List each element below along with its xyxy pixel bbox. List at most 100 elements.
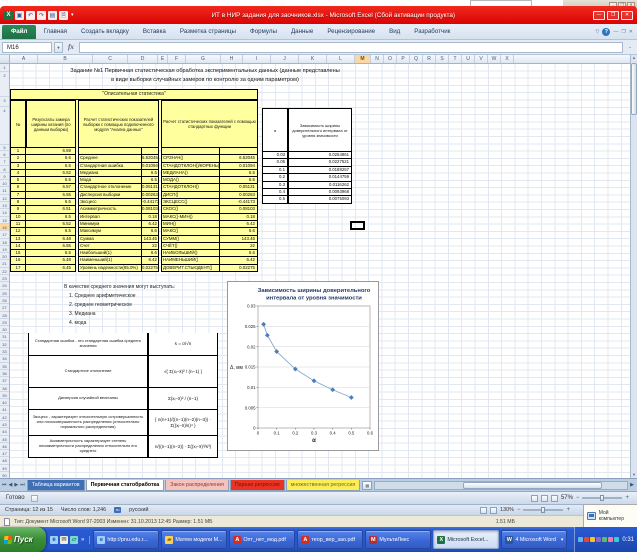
show-desktop-icon[interactable]: ▱	[70, 536, 78, 544]
measurement-cell[interactable]: 6.52	[26, 221, 76, 228]
formula-description-cell[interactable]: Стандартное отклонение	[28, 356, 148, 388]
row-header[interactable]: 34	[0, 355, 9, 362]
fill-handle[interactable]	[363, 228, 365, 230]
column-header[interactable]: C	[93, 55, 128, 63]
row-header[interactable]: 23	[0, 275, 9, 282]
row-header[interactable]: 40	[0, 399, 9, 406]
page-break-view-icon[interactable]	[551, 495, 558, 502]
column-header[interactable]: X	[501, 55, 514, 63]
function-value-cell[interactable]: 6.52045	[220, 155, 258, 162]
tray-icon-7[interactable]	[614, 537, 619, 542]
column-header[interactable]: G	[186, 55, 221, 63]
stat-value-cell[interactable]: 6.52045	[142, 155, 159, 162]
word-zoom-knob[interactable]	[541, 507, 545, 513]
column-header[interactable]: P	[397, 55, 410, 63]
alpha-row[interactable]: 0.3 0.0116262	[262, 182, 352, 189]
redo-icon[interactable]: ↷	[37, 11, 46, 20]
ribbon-tab[interactable]: Вид	[382, 25, 407, 39]
ribbon-tab[interactable]: Создать вкладку	[74, 25, 136, 39]
stat-value-cell[interactable]: 6.42	[142, 257, 159, 264]
doc-restore-icon[interactable]: ❐	[621, 29, 625, 35]
row-number-cell[interactable]: 6	[10, 184, 26, 191]
stat-value-cell[interactable]: 6.5	[142, 177, 159, 184]
row-header[interactable]: 30	[0, 326, 9, 333]
formula-cell[interactable]: √( Σ(xᵢ−x̄)² / (n−1) )	[148, 356, 218, 388]
formula-row[interactable]: Стандартное отклонение √( Σ(xᵢ−x̄)² / (n…	[28, 356, 218, 388]
word-zoom-slider[interactable]	[523, 509, 563, 511]
stat-label-cell[interactable]: Максимум	[78, 228, 142, 235]
row-header[interactable]: 16	[0, 224, 9, 231]
row-number-cell[interactable]: 1	[10, 148, 26, 155]
column-header[interactable]: Q	[410, 55, 423, 63]
formula-cell[interactable]: s = σ/√n	[148, 333, 218, 356]
header-values[interactable]: Результаты замера ширины катания (по дан…	[26, 100, 76, 148]
measurement-cell[interactable]: 6.5	[26, 163, 76, 170]
width-cell[interactable]: 0.0254861	[288, 152, 352, 159]
macro-record-icon[interactable]	[31, 495, 38, 502]
row-header[interactable]: 18	[0, 239, 9, 246]
stat-value-cell[interactable]: -0.44173	[142, 199, 159, 206]
stat-label-cell[interactable]: Наименьший(1)	[78, 257, 142, 264]
excel-logo-icon[interactable]: X	[4, 11, 13, 20]
column-header[interactable]: N	[371, 55, 384, 63]
table-row[interactable]: 10 6.5 Интервал 0.18 МАКС()-МИН() 0.18	[10, 214, 258, 221]
table-row[interactable]: 12 6.5 Максимум 6.6 МАКС() 6.6	[10, 228, 258, 235]
row-header[interactable]: 38	[0, 385, 9, 392]
row-header[interactable]: 46	[0, 443, 9, 450]
function-label-cell[interactable]: МАКС()-МИН()	[161, 214, 220, 221]
row-header[interactable]: 17	[0, 231, 9, 238]
function-label-cell[interactable]: СЧЁТ()	[161, 243, 220, 250]
stat-value-cell[interactable]	[142, 148, 159, 155]
row-header[interactable]: 48	[0, 457, 9, 464]
row-header[interactable]: 31	[0, 333, 9, 340]
row-number-cell[interactable]: 3	[10, 163, 26, 170]
row-header[interactable]: 33	[0, 348, 9, 355]
alpha-header[interactable]: α	[262, 108, 288, 152]
ie-quicklaunch-icon[interactable]: e	[50, 536, 58, 544]
row-number-cell[interactable]: 4	[10, 170, 26, 177]
row-header[interactable]: 42	[0, 414, 9, 421]
row-header[interactable]: 41	[0, 406, 9, 413]
formula-row[interactable]: Эксцесс - характеризует относительную ос…	[28, 410, 218, 436]
row-number-cell[interactable]: 13	[10, 236, 26, 243]
scroll-right-icon[interactable]: ▶	[630, 482, 635, 488]
row-header[interactable]: 1	[0, 64, 9, 72]
insert-function-icon[interactable]: fx	[65, 42, 77, 53]
table-row[interactable]: 13 6.48 Сумма 143.45 СУММ() 143.45	[10, 236, 258, 243]
stat-label-cell[interactable]: Медиана	[78, 170, 142, 177]
taskbar-button[interactable]: X Microsoft Excel... ▾	[433, 530, 499, 549]
selected-cell-M16[interactable]	[350, 221, 365, 230]
stat-value-cell[interactable]: 6.6	[142, 250, 159, 257]
function-value-cell[interactable]: 0.18	[220, 214, 258, 221]
column-header[interactable]: O	[384, 55, 397, 63]
column-header[interactable]: A	[10, 55, 38, 63]
row-number-cell[interactable]: 2	[10, 155, 26, 162]
minimize-button[interactable]: —	[593, 11, 605, 20]
measurement-cell[interactable]: 6.5	[26, 214, 76, 221]
help-icon[interactable]: ?	[602, 28, 610, 36]
stat-value-cell[interactable]: 6.6	[142, 228, 159, 235]
confidence-interval-chart[interactable]: Зависимость ширины доверительногоинтерва…	[227, 281, 379, 451]
sheet-tab[interactable]: Первичная статобработка	[86, 480, 165, 491]
width-cell[interactable]: 0.0188257	[288, 167, 352, 174]
alpha-row[interactable]: 0.4 0.0093968	[262, 189, 352, 196]
measurement-cell[interactable]: 6.5	[26, 250, 76, 257]
function-value-cell[interactable]: 6.42	[220, 221, 258, 228]
column-header[interactable]: F	[168, 55, 186, 63]
row-header[interactable]: 32	[0, 341, 9, 348]
taskbar-button[interactable]: A теор_вер_зао.pdf ▾	[297, 530, 363, 549]
stat-label-cell[interactable]: Стандартная ошибка	[78, 163, 142, 170]
sheet-tab[interactable]: множественная регрессия	[286, 480, 361, 491]
function-label-cell[interactable]: СКОС()	[161, 206, 220, 213]
measurement-cell[interactable]: 6.45	[26, 265, 76, 272]
table-row[interactable]: 5 6.5 Мода 6.5 МОДА() 6.5	[10, 177, 258, 184]
tray-icon-3[interactable]	[590, 537, 595, 542]
row-header[interactable]: 24	[0, 282, 9, 289]
function-value-cell[interactable]: 0.02275	[220, 265, 258, 272]
column-header[interactable]: B	[38, 55, 93, 63]
zoom-in-icon[interactable]: +	[625, 495, 629, 501]
horizontal-scrollbar[interactable]	[374, 481, 628, 490]
stat-value-cell[interactable]: 0.02275	[142, 265, 159, 272]
row-header[interactable]: 2	[0, 72, 9, 97]
stat-value-cell[interactable]: 0.18	[142, 214, 159, 221]
